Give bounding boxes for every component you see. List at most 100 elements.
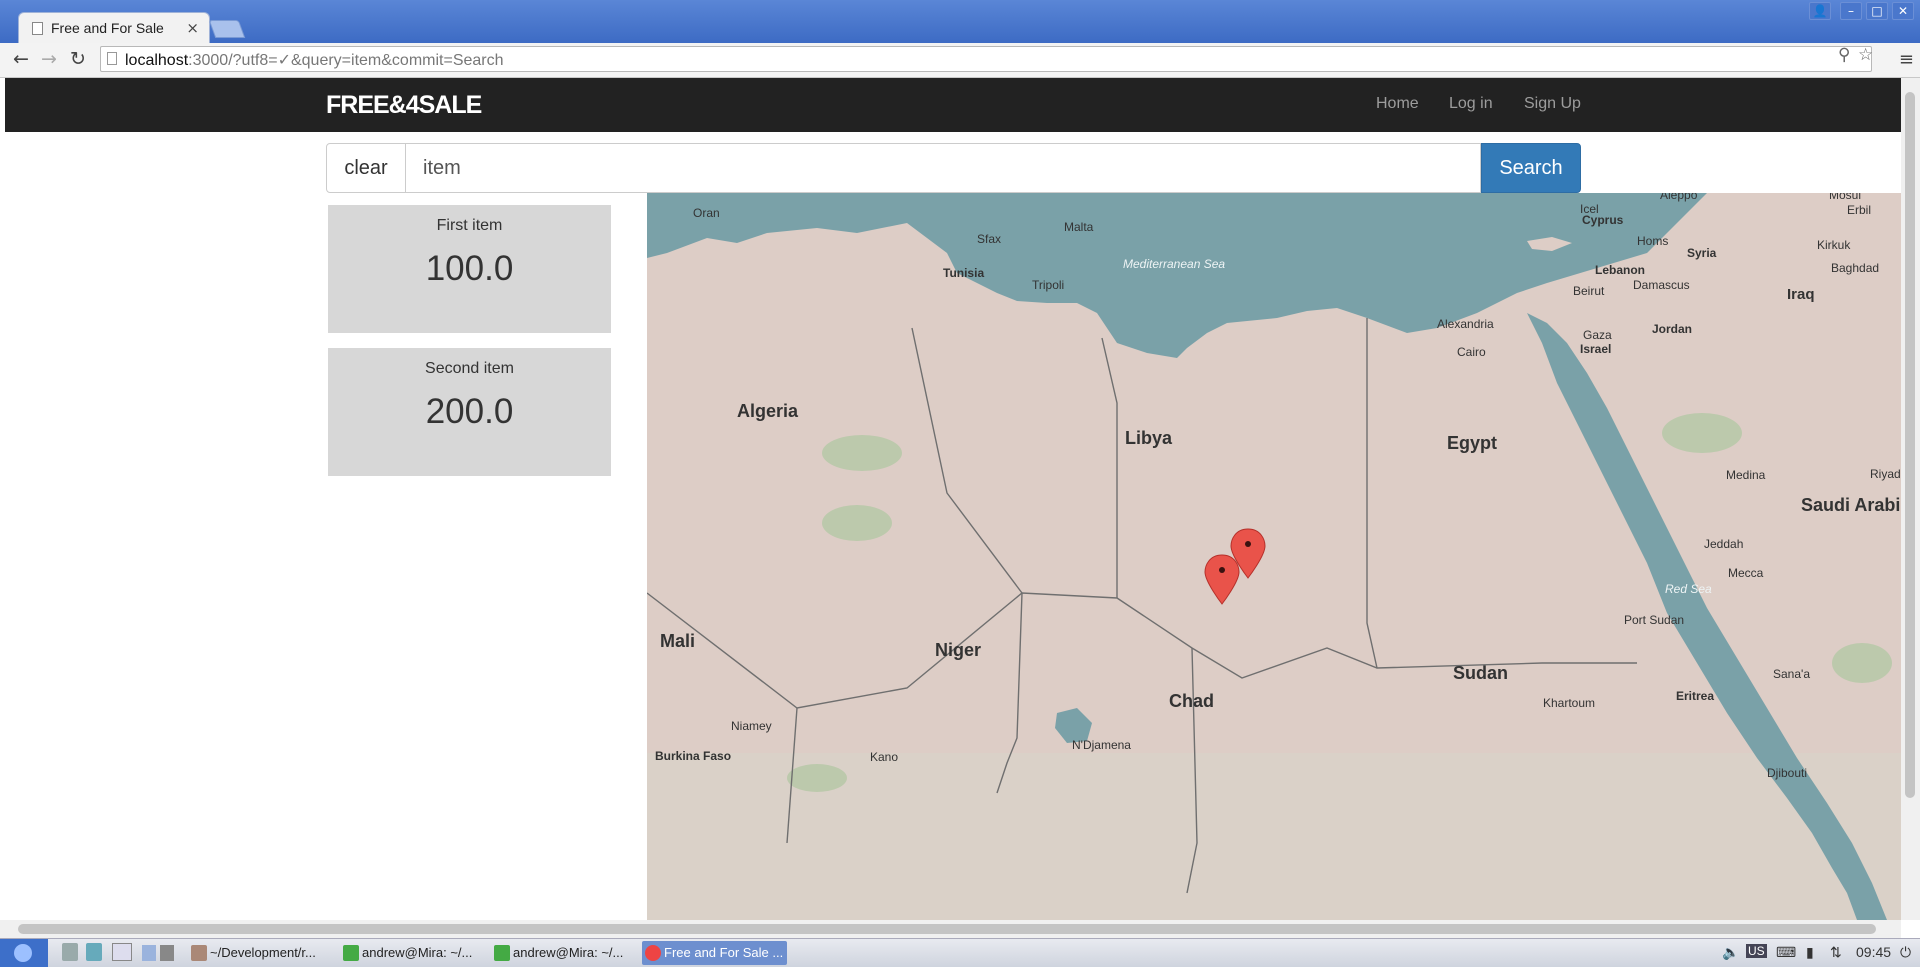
map-label-city: Khartoum — [1543, 696, 1595, 710]
network-icon[interactable]: ⇅ — [1830, 944, 1842, 961]
menu-icon[interactable]: ≡ — [1899, 49, 1914, 70]
reload-icon[interactable]: ↻ — [67, 48, 89, 70]
search-input[interactable] — [405, 143, 1481, 193]
profile-icon[interactable]: 👤 — [1809, 2, 1831, 20]
map-label-country: Algeria — [737, 401, 799, 421]
horizontal-scrollbar[interactable] — [0, 920, 1901, 938]
map-label-city: Jordan — [1652, 322, 1692, 336]
file-manager-icon[interactable] — [62, 943, 78, 961]
power-icon[interactable]: ⏻ — [1900, 944, 1911, 961]
map-label-country: Egypt — [1447, 433, 1497, 453]
clear-button[interactable]: clear — [326, 143, 406, 193]
tab-close-icon[interactable]: × — [186, 19, 199, 37]
map-label-city: Baghdad — [1831, 261, 1879, 275]
terminal-icon — [494, 945, 510, 961]
map-label-city: Riyad — [1870, 467, 1901, 481]
zoom-icon[interactable]: ⚲ — [1838, 45, 1850, 65]
map-label-sea: Red Sea — [1665, 582, 1712, 596]
search-button[interactable]: Search — [1481, 143, 1581, 193]
back-icon[interactable]: ← — [10, 48, 32, 70]
launcher-icon[interactable] — [86, 943, 102, 961]
vertical-scrollbar[interactable] — [1901, 78, 1920, 920]
minimize-icon[interactable]: – — [1840, 2, 1862, 20]
map-label-city: Jeddah — [1704, 537, 1743, 551]
desktop-icon[interactable] — [112, 943, 132, 961]
map-label-city: Mosul — [1829, 193, 1861, 202]
keyboard-layout[interactable]: US — [1746, 944, 1767, 958]
maximize-icon[interactable]: □ — [1866, 2, 1888, 20]
terminal-icon — [343, 945, 359, 961]
map-label-city: Tunisia — [943, 266, 984, 280]
map-label-city: Mecca — [1728, 566, 1764, 580]
tab-title: Free and For Sale — [51, 20, 164, 36]
map-label-city: Aleppo — [1660, 193, 1698, 202]
map-label-city: Niamey — [731, 719, 772, 733]
url-text: localhost:3000/?utf8=✓&query=item&commit… — [125, 52, 504, 69]
clock[interactable]: 09:45 — [1856, 944, 1891, 960]
close-window-icon[interactable]: ✕ — [1892, 2, 1914, 20]
map-label-country: Libya — [1125, 428, 1173, 448]
site-brand[interactable]: FREE&4SALE — [326, 91, 482, 120]
map-label-city: Alexandria — [1437, 317, 1494, 331]
new-tab-button[interactable] — [208, 20, 246, 38]
page-viewport: FREE&4SALE Home Log in Sign Up clear Sea… — [5, 78, 1901, 920]
map-label-city: Kano — [870, 750, 898, 764]
item-card[interactable]: First item 100.0 — [328, 205, 611, 333]
map-label-city: N'Djamena — [1072, 738, 1131, 752]
map-label-city: Homs — [1637, 234, 1668, 248]
map-label-country: Sudan — [1453, 663, 1508, 683]
os-taskbar: ~/Development/r... andrew@Mira: ~/... an… — [0, 938, 1920, 967]
map-label-city: Kirkuk — [1817, 238, 1851, 252]
map-label-country: Saudi Arabi — [1801, 495, 1900, 515]
workspace-2[interactable] — [160, 945, 174, 961]
map-label-country: Mali — [660, 631, 695, 651]
item-card[interactable]: Second item 200.0 — [328, 348, 611, 476]
map-canvas[interactable]: Algeria Libya Egypt Niger Chad Sudan Mal… — [647, 193, 1901, 920]
page-icon — [107, 52, 117, 65]
volume-icon[interactable]: 🔈 — [1722, 944, 1739, 961]
bookmark-star-icon[interactable]: ☆ — [1858, 45, 1873, 65]
browser-toolbar: ← → ↻ localhost:3000/?utf8=✓&query=item&… — [0, 43, 1920, 78]
browser-tab[interactable]: Free and For Sale × — [18, 12, 210, 43]
map-label-city: Icel — [1580, 202, 1599, 216]
start-menu-button[interactable] — [0, 939, 48, 967]
start-icon — [14, 944, 32, 962]
map-label-city: Burkina Faso — [655, 749, 731, 763]
map-label-sea: Mediterranean Sea — [1123, 257, 1225, 271]
map-label-city: Sfax — [977, 232, 1001, 246]
battery-icon[interactable]: ▮ — [1806, 944, 1814, 961]
map-label-city: Cairo — [1457, 345, 1486, 359]
nav-login-link[interactable]: Log in — [1449, 95, 1493, 113]
chrome-icon — [645, 945, 661, 961]
map-label-city: Damascus — [1633, 278, 1690, 292]
taskbar-app[interactable]: Free and For Sale ... — [642, 941, 787, 965]
map-label-city: Lebanon — [1595, 263, 1645, 277]
scrollbar-thumb[interactable] — [1905, 92, 1915, 798]
browser-tabstrip: Free and For Sale × 👤 – □ ✕ — [0, 0, 1920, 43]
map-label-city: Iraq — [1787, 286, 1815, 303]
map-label-city: Israel — [1580, 342, 1611, 356]
item-name: Second item — [425, 360, 514, 377]
forward-icon[interactable]: → — [38, 48, 60, 70]
item-price: 100.0 — [425, 249, 514, 288]
map-label-city: Syria — [1687, 246, 1717, 260]
site-navbar: FREE&4SALE Home Log in Sign Up — [5, 78, 1901, 132]
item-price: 200.0 — [425, 392, 514, 431]
keyboard-icon[interactable]: ⌨ — [1776, 944, 1796, 961]
map-label-city: Eritrea — [1676, 689, 1714, 703]
nav-signup-link[interactable]: Sign Up — [1524, 95, 1581, 113]
taskbar-app[interactable]: ~/Development/r... — [188, 941, 333, 965]
taskbar-app[interactable]: andrew@Mira: ~/... — [491, 941, 636, 965]
scrollbar-thumb[interactable] — [18, 924, 1876, 934]
taskbar-app[interactable]: andrew@Mira: ~/... — [340, 941, 485, 965]
map-label-country: Niger — [935, 640, 981, 660]
map-label-city: Malta — [1064, 220, 1094, 234]
map-label-country: Chad — [1169, 691, 1214, 711]
page-icon — [32, 22, 43, 35]
address-bar[interactable]: localhost:3000/?utf8=✓&query=item&commit… — [100, 46, 1872, 72]
workspace-1[interactable] — [142, 945, 156, 961]
map-label-city: Oran — [693, 206, 720, 220]
map-label-city: Medina — [1726, 468, 1766, 482]
map-view[interactable]: Algeria Libya Egypt Niger Chad Sudan Mal… — [647, 193, 1901, 920]
nav-home-link[interactable]: Home — [1376, 95, 1419, 113]
